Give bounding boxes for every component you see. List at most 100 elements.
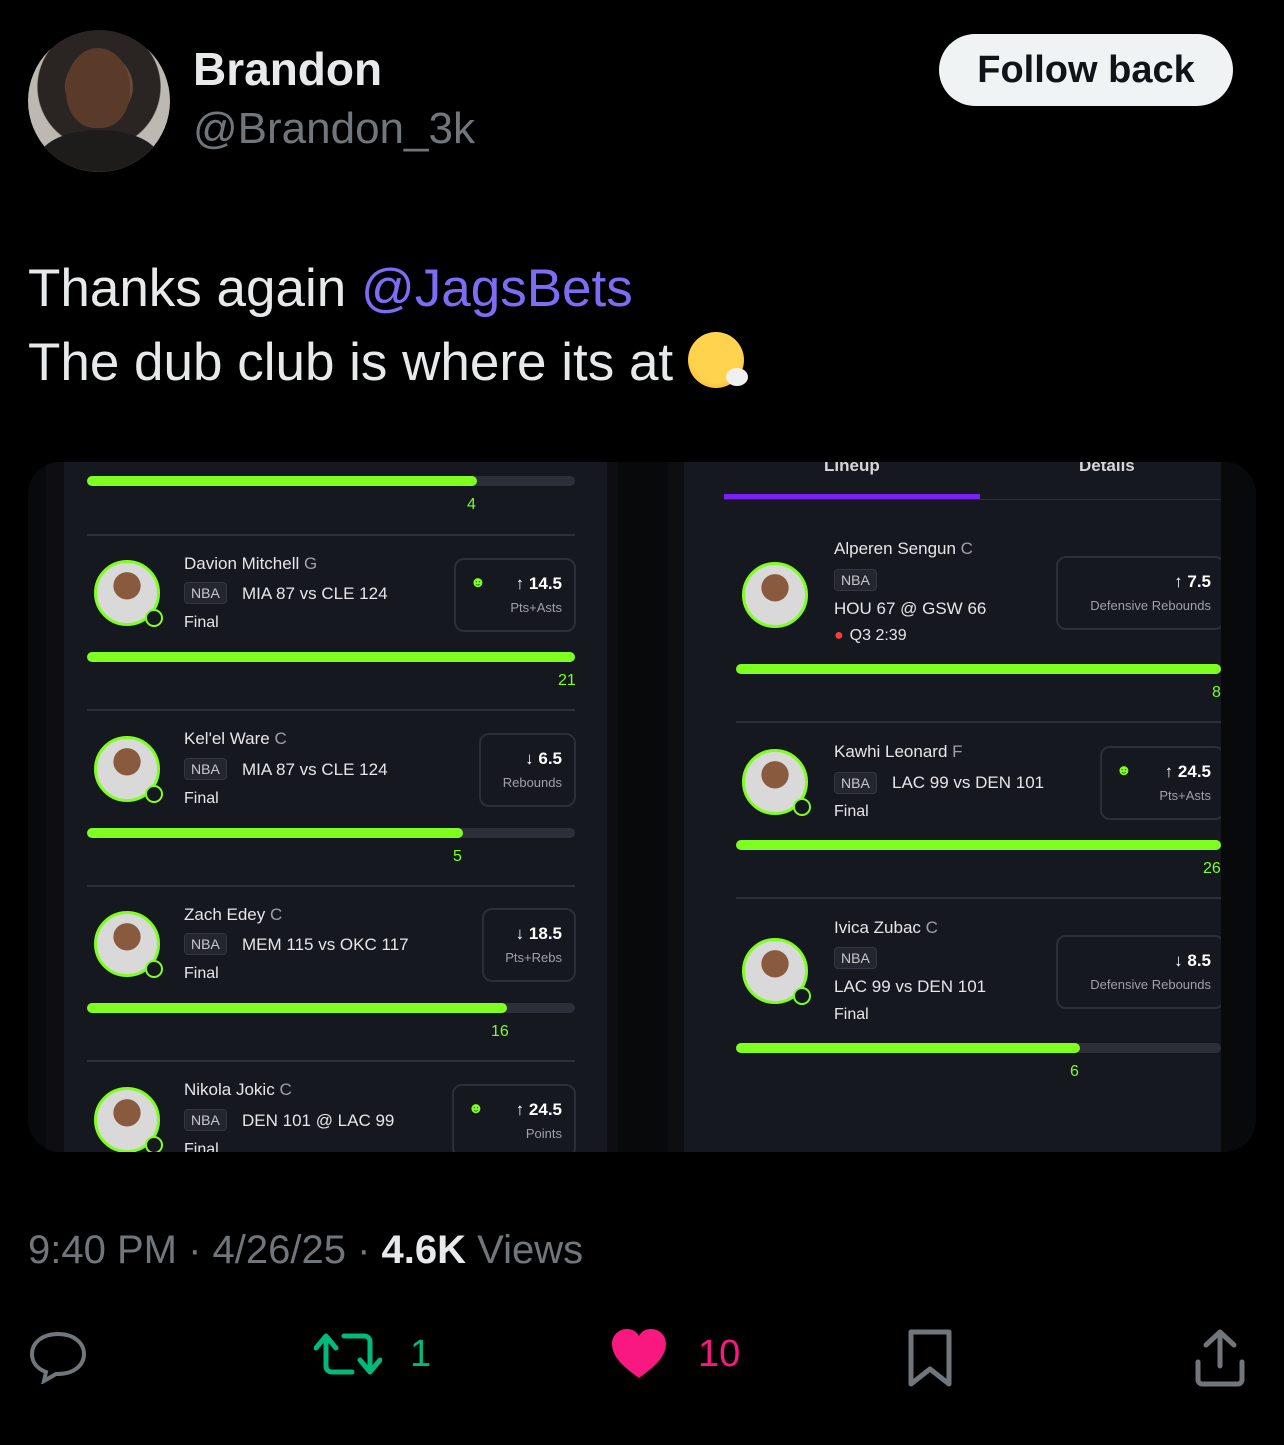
- league-badge: NBA: [184, 1109, 227, 1131]
- tweet-text: Thanks again @JagsBets The dub club is w…: [28, 252, 748, 400]
- pick-stat: Pts+Rebs: [505, 950, 562, 965]
- heart-icon: [612, 1329, 666, 1378]
- views-label: Views: [477, 1228, 584, 1272]
- tweet-text-line1: Thanks again: [28, 259, 361, 318]
- league-badge: NBA: [834, 947, 877, 969]
- league-badge: NBA: [184, 933, 227, 955]
- author-avatar[interactable]: [28, 30, 170, 172]
- pick-card[interactable]: ☻ ↑ 24.5 Pts+Asts: [1100, 746, 1221, 820]
- separator: [87, 534, 575, 536]
- league-badge: NBA: [834, 569, 877, 591]
- direction-arrow-icon: ↓: [525, 749, 534, 768]
- pick-card[interactable]: ↓ 6.5 Rebounds: [479, 733, 576, 807]
- tweet-meta: 9:40 PM · 4/26/25 · 4.6K Views: [28, 1228, 584, 1272]
- devil-icon: ☻: [1116, 762, 1132, 779]
- player-position: C: [274, 729, 287, 748]
- game-score: MIA 87 vs CLE 124: [242, 584, 388, 603]
- pick-stat: Points: [525, 1126, 562, 1141]
- like-button[interactable]: 10: [610, 1328, 740, 1380]
- pick-line: ↑ 7.5: [1174, 572, 1211, 592]
- media-divider-middle: [618, 462, 668, 1152]
- progress-bar: [736, 840, 1221, 850]
- direction-arrow-icon: ↓: [515, 924, 525, 943]
- author-name[interactable]: Brandon: [193, 42, 382, 96]
- repost-button[interactable]: 1: [314, 1328, 431, 1380]
- tweet-date[interactable]: 4/26/25: [213, 1228, 346, 1272]
- pick-line-value: 24.5: [528, 1100, 562, 1119]
- pick-card[interactable]: ↑ 7.5 Defensive Rebounds: [1056, 556, 1221, 630]
- player-position: G: [304, 554, 318, 573]
- progress-fill: [736, 664, 1221, 674]
- game-score: MEM 115 vs OKC 117: [242, 935, 409, 954]
- check-icon: [145, 1136, 163, 1152]
- progress-fill: [87, 652, 575, 662]
- league-badge: NBA: [834, 772, 877, 794]
- pick-line: ↓ 18.5: [516, 924, 562, 944]
- pick-card[interactable]: ☻ ↑ 24.5 Points: [452, 1084, 576, 1152]
- game-score: MIA 87 vs CLE 124: [242, 760, 388, 779]
- pick-line: ↑ 24.5: [516, 1100, 562, 1120]
- game-status: Final: [184, 965, 219, 982]
- direction-arrow-icon: ↑: [515, 1100, 525, 1119]
- player-name: Alperen Sengun C: [834, 539, 973, 559]
- progress-value: 8: [1212, 684, 1221, 701]
- progress-bar: [87, 476, 575, 486]
- tweet-media[interactable]: 4 Davion Mitchell G NBA MIA 87 vs CLE 12…: [28, 462, 1256, 1152]
- player-name: Ivica Zubac C: [834, 918, 938, 938]
- check-icon: [793, 798, 811, 816]
- tweet-time[interactable]: 9:40 PM: [28, 1228, 177, 1272]
- game-status: Final: [184, 614, 219, 631]
- repost-count: 1: [410, 1332, 432, 1375]
- pick-line-value: 7.5: [1187, 572, 1211, 591]
- separator: [736, 721, 1221, 723]
- progress-value: 6: [1070, 1063, 1079, 1080]
- separator: [87, 885, 575, 887]
- pick-stat: Pts+Asts: [510, 600, 562, 615]
- progress-value: 16: [491, 1023, 509, 1040]
- author-handle[interactable]: @Brandon_3k: [193, 104, 475, 154]
- devil-icon: ☻: [468, 1100, 484, 1117]
- mention-link[interactable]: @JagsBets: [361, 259, 633, 318]
- separator: [87, 1060, 575, 1062]
- media-divider-right: [1221, 462, 1256, 1152]
- progress-fill: [87, 828, 463, 838]
- progress-fill: [736, 840, 1221, 850]
- player-name: Kel'el Ware C: [184, 729, 287, 749]
- direction-arrow-icon: ↓: [1174, 951, 1183, 970]
- pick-line-value: 18.5: [528, 924, 562, 943]
- tab-divider: [724, 499, 1221, 500]
- progress-value: 5: [453, 848, 462, 865]
- player-name-text: Kawhi Leonard: [834, 742, 948, 761]
- pick-stat: Defensive Rebounds: [1090, 977, 1211, 992]
- player-avatar: [742, 562, 808, 628]
- pick-stat: Pts+Asts: [1159, 788, 1211, 803]
- share-button[interactable]: [1194, 1328, 1246, 1388]
- tab-details[interactable]: Details: [1079, 462, 1135, 476]
- check-icon: [145, 609, 163, 627]
- game-score: DEN 101 @ LAC 99: [242, 1111, 395, 1130]
- views-count: 4.6K: [381, 1228, 467, 1272]
- pick-line: ↑ 14.5: [516, 574, 562, 594]
- pick-stat: Defensive Rebounds: [1090, 598, 1211, 613]
- player-name: Kawhi Leonard F: [834, 742, 963, 762]
- check-icon: [145, 960, 163, 978]
- player-avatar: [94, 911, 163, 978]
- player-name: Zach Edey C: [184, 905, 282, 925]
- pick-stat: Rebounds: [502, 775, 562, 790]
- follow-back-button[interactable]: Follow back: [939, 34, 1233, 106]
- pick-card[interactable]: ☻ ↑ 14.5 Pts+Asts: [454, 558, 576, 632]
- separator: [87, 709, 575, 711]
- game-score: HOU 67 @ GSW 66: [834, 599, 987, 618]
- player-name-text: Zach Edey: [184, 905, 266, 924]
- reply-button[interactable]: [28, 1328, 88, 1384]
- pick-line-value: 8.5: [1187, 951, 1211, 970]
- player-avatar: [94, 560, 163, 627]
- direction-arrow-icon: ↑: [1174, 572, 1183, 591]
- bookmark-button[interactable]: [907, 1328, 953, 1388]
- pick-card[interactable]: ↓ 18.5 Pts+Rebs: [482, 908, 576, 982]
- game-status: Final: [184, 790, 219, 807]
- tab-lineup[interactable]: Lineup: [824, 462, 880, 476]
- live-dot-icon: ●: [834, 627, 844, 644]
- pick-card[interactable]: ↓ 8.5 Defensive Rebounds: [1056, 935, 1221, 1009]
- player-position: F: [952, 742, 963, 761]
